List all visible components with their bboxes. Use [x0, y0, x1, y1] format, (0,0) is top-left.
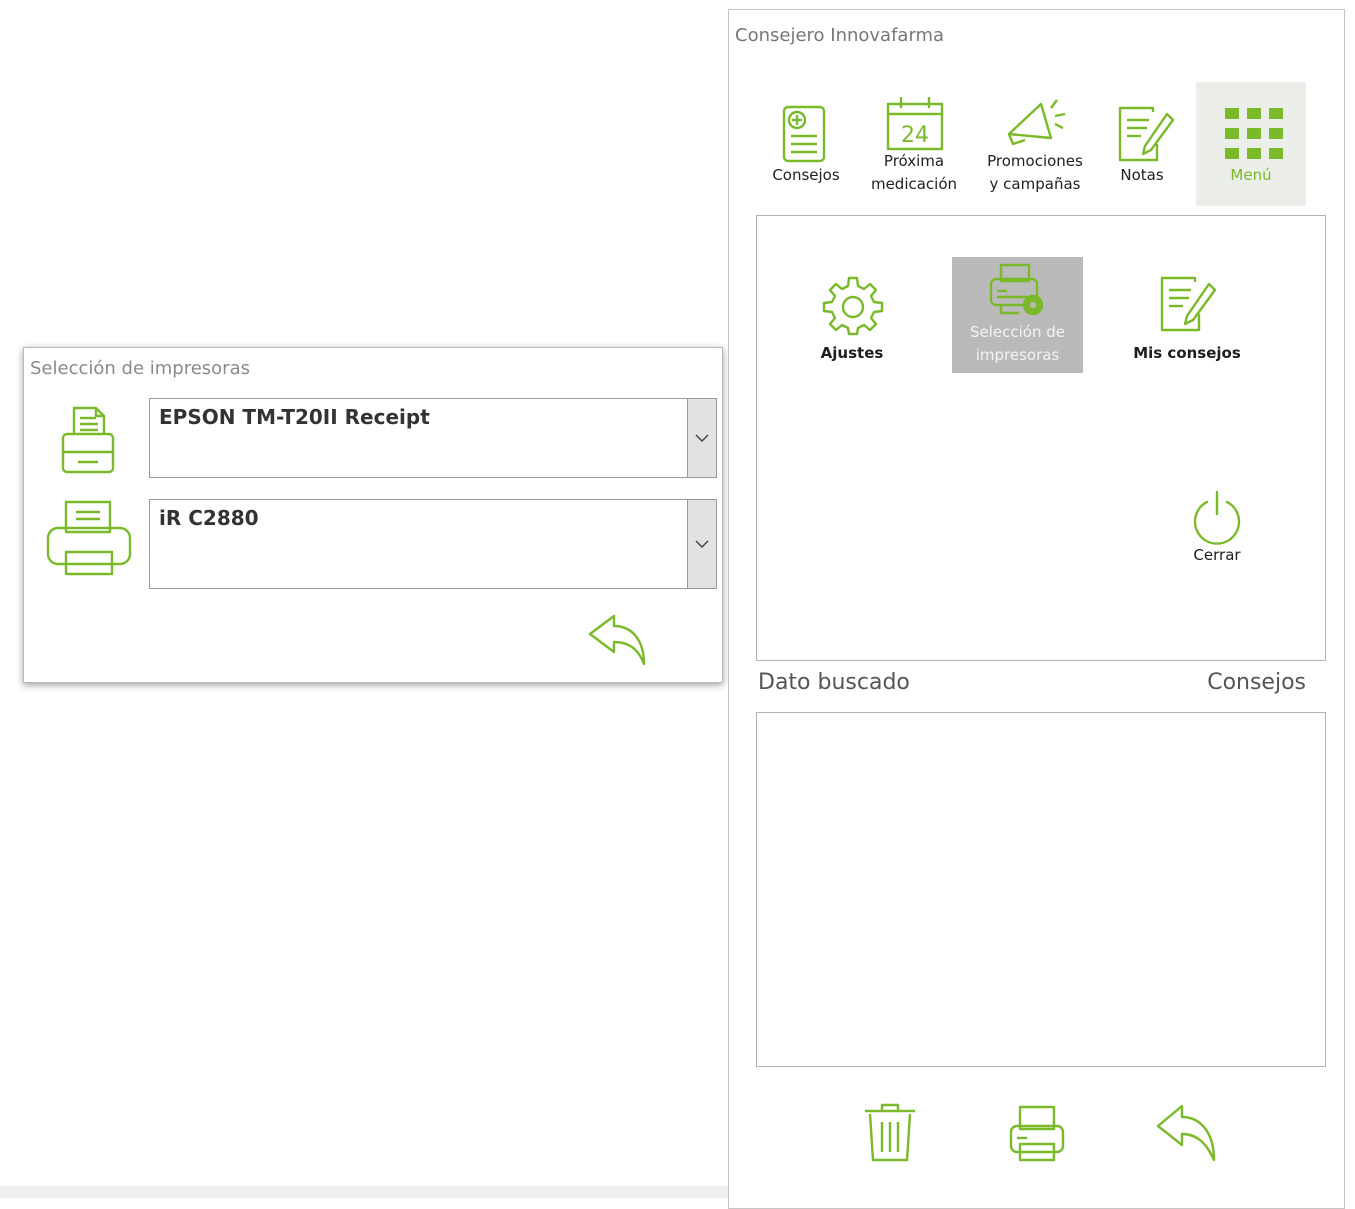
receipt-printer-icon [58, 402, 118, 480]
menu-item-ajustes[interactable]: Ajustes [807, 266, 897, 366]
grid-menu-icon [1225, 108, 1283, 159]
nav-label: Notas [1120, 166, 1164, 184]
chevron-down-icon[interactable] [687, 500, 716, 588]
menu-label: Selección de impresoras [969, 323, 1065, 364]
nav-label: Consejos [772, 166, 840, 184]
menu-item-cerrar[interactable]: Cerrar [1177, 486, 1257, 576]
panel-title: Consejero Innovafarma [735, 25, 945, 46]
megaphone-icon [1007, 99, 1066, 146]
advice-document-icon [782, 105, 826, 163]
menu-label: Ajustes [820, 344, 884, 362]
nav-menu[interactable]: Menú [1196, 82, 1306, 206]
nav-label: Próxima medicación [870, 152, 958, 193]
notes-icon [1118, 106, 1175, 162]
menu-box: Ajustes Selección de impresoras Mis cons… [756, 215, 1326, 661]
nav-consejos[interactable]: Consejos [751, 82, 861, 206]
advisor-panel: Consejero Innovafarma Consejos 24 Próxim… [728, 9, 1345, 1209]
printer-settings-icon [989, 263, 1044, 316]
nav-promociones[interactable]: Promociones y campañas [977, 82, 1093, 206]
nav-label: Promociones y campañas [987, 152, 1083, 193]
document-printer-value: iR C2880 [159, 506, 259, 530]
print-icon[interactable] [1007, 1104, 1067, 1168]
back-arrow-icon[interactable] [588, 612, 650, 672]
calendar-icon: 24 [886, 97, 944, 151]
nav-notas[interactable]: Notas [1087, 82, 1197, 206]
nav-label: Menú [1230, 166, 1272, 184]
notes-icon [1160, 276, 1217, 332]
calendar-day: 24 [901, 123, 929, 148]
power-icon [1193, 490, 1241, 545]
results-box [756, 712, 1326, 1067]
background-strip [0, 1186, 728, 1198]
menu-label: Mis consejos [1133, 344, 1241, 362]
menu-item-seleccion-impresoras[interactable]: Selección de impresoras [952, 257, 1083, 373]
back-arrow-icon[interactable] [1156, 1102, 1218, 1168]
menu-label: Cerrar [1193, 546, 1241, 564]
menu-item-mis-consejos[interactable]: Mis consejos [1127, 266, 1247, 366]
trash-icon[interactable] [862, 1102, 918, 1168]
printer-icon [44, 498, 134, 584]
advice-label: Consejos [1207, 670, 1306, 695]
dialog-title: Selección de impresoras [30, 358, 250, 379]
nav-proxima-medicacion[interactable]: 24 Próxima medicación [859, 82, 969, 206]
chevron-down-icon[interactable] [687, 399, 716, 477]
gear-icon [822, 276, 884, 336]
search-label: Dato buscado [758, 670, 910, 695]
receipt-printer-select[interactable]: EPSON TM-T20II Receipt [149, 398, 717, 478]
document-printer-select[interactable]: iR C2880 [149, 499, 717, 589]
receipt-printer-value: EPSON TM-T20II Receipt [159, 405, 430, 429]
printer-selection-dialog: Selección de impresoras EPSON TM-T20II R… [23, 347, 723, 683]
